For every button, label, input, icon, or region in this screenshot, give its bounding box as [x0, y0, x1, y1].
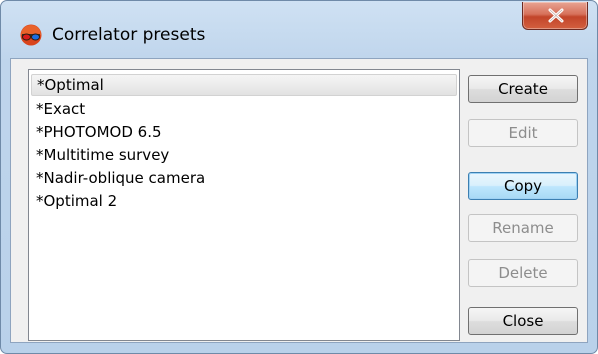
stereo-glasses-icon	[20, 24, 42, 46]
list-item[interactable]: *Nadir-oblique camera	[31, 167, 457, 189]
list-item[interactable]: *PHOTOMOD 6.5	[31, 121, 457, 143]
list-item[interactable]: *Multitime survey	[31, 144, 457, 166]
dialog-body: *Optimal *Exact *PHOTOMOD 6.5 *Multitime…	[10, 58, 588, 343]
close-button[interactable]: Close	[468, 307, 578, 335]
close-icon	[548, 8, 564, 23]
rename-button[interactable]: Rename	[468, 214, 578, 242]
dialog-window: Correlator presets *Optimal *Exact *PHOT…	[0, 0, 598, 354]
copy-button[interactable]: Copy	[468, 172, 578, 200]
edit-button[interactable]: Edit	[468, 119, 578, 147]
create-button[interactable]: Create	[468, 75, 578, 103]
presets-list[interactable]: *Optimal *Exact *PHOTOMOD 6.5 *Multitime…	[28, 69, 460, 341]
delete-button[interactable]: Delete	[468, 259, 578, 287]
list-item[interactable]: *Optimal	[31, 74, 457, 96]
title-bar[interactable]: Correlator presets	[1, 1, 597, 63]
list-item[interactable]: *Optimal 2	[31, 190, 457, 212]
list-item[interactable]: *Exact	[31, 98, 457, 120]
window-title: Correlator presets	[52, 25, 206, 45]
window-close-button[interactable]	[522, 2, 588, 30]
